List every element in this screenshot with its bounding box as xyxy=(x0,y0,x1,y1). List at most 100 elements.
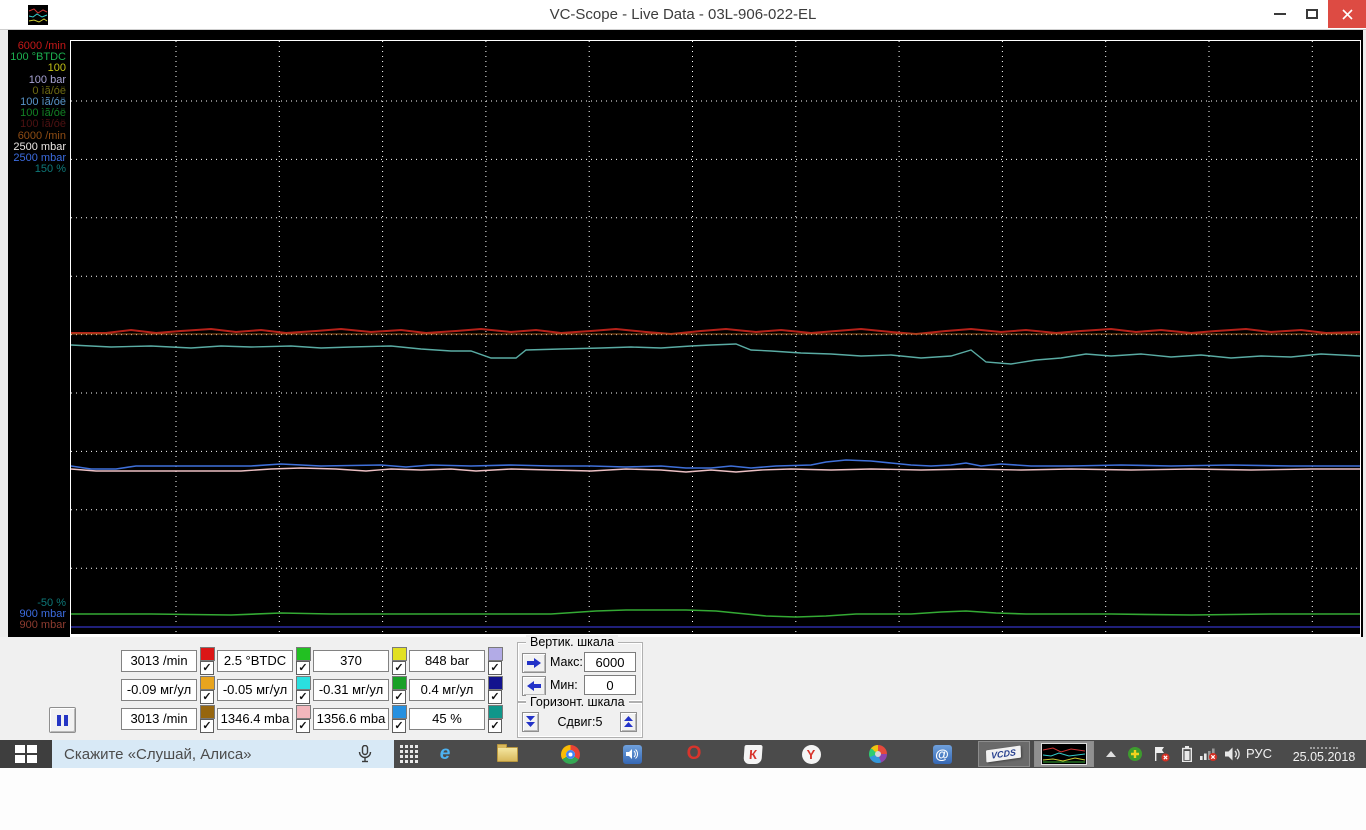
maximize-button[interactable] xyxy=(1296,0,1328,28)
taskbar-opera-icon[interactable]: O xyxy=(673,740,715,768)
trace-enabled-checkbox[interactable]: ✓ xyxy=(488,661,502,675)
taskbar: Скажите «Слушай, Алиса» e xyxy=(0,740,1366,768)
close-button[interactable] xyxy=(1328,0,1366,28)
tray-battery-icon[interactable] xyxy=(1176,740,1198,768)
taskbar-explorer-icon[interactable] xyxy=(486,740,528,768)
pause-icon xyxy=(64,715,68,726)
trace-color-swatch xyxy=(488,705,503,719)
arrow-right-icon xyxy=(527,658,541,668)
measurement-value: -0.31 мг/ул xyxy=(313,679,389,701)
measurement-value: 370 xyxy=(313,650,389,672)
green-trace xyxy=(71,610,1360,617)
shield-green-icon xyxy=(1127,746,1143,762)
folder-icon xyxy=(497,747,518,762)
alisa-search-box[interactable]: Скажите «Слушай, Алиса» xyxy=(52,740,394,768)
measurement-value: -0.09 мг/ул xyxy=(121,679,197,701)
palette-icon xyxy=(869,745,887,763)
minimize-icon xyxy=(1274,13,1286,15)
measurement-value: 1356.6 mba xyxy=(313,708,389,730)
taskbar-yandex-icon[interactable]: Y xyxy=(790,740,832,768)
trace-enabled-checkbox[interactable]: ✓ xyxy=(296,719,310,733)
tray-volume-icon[interactable] xyxy=(1222,740,1244,768)
trace-enabled-checkbox[interactable]: ✓ xyxy=(200,690,214,704)
max-label: Макс: xyxy=(550,655,583,669)
measurement-value: 3013 /min xyxy=(121,650,197,672)
taskbar-k-browser-icon[interactable]: К xyxy=(732,740,774,768)
measurement-value: 0.4 мг/ул xyxy=(409,679,485,701)
max-value-input[interactable] xyxy=(584,652,636,672)
date-label: 25.05.2018 xyxy=(1288,750,1360,764)
measurement-8: 0.4 мг/ул✓ xyxy=(409,679,504,707)
measurement-6: -0.05 мг/ул✓ xyxy=(217,679,312,707)
trace-enabled-checkbox[interactable]: ✓ xyxy=(200,661,214,675)
pause-icon xyxy=(57,715,61,726)
apps-grid-icon[interactable] xyxy=(396,743,422,765)
tray-network-icon[interactable] xyxy=(1198,740,1220,768)
tray-action-center-icon[interactable] xyxy=(1150,740,1172,768)
clock[interactable]: 25.05.2018 xyxy=(1288,740,1360,768)
trace-enabled-checkbox[interactable]: ✓ xyxy=(488,719,502,733)
trace-color-swatch xyxy=(392,676,407,690)
minimize-button[interactable] xyxy=(1264,0,1296,28)
trace-enabled-checkbox[interactable]: ✓ xyxy=(488,690,502,704)
measurement-2: 2.5 °BTDC✓ xyxy=(217,650,312,678)
screen-bottom-blank xyxy=(0,768,1366,830)
measurement-value: 2.5 °BTDC xyxy=(217,650,293,672)
scale-max-arrow-button[interactable] xyxy=(522,653,546,673)
tray-expand-chevron[interactable] xyxy=(1100,740,1122,768)
arrow-left-icon xyxy=(527,681,541,691)
titlebar: VC-Scope - Live Data - 03L-906-022-EL xyxy=(0,0,1366,30)
min-label: Мин: xyxy=(550,678,578,692)
clock-time-partial xyxy=(1310,743,1338,749)
axis-label: 150 % xyxy=(6,164,66,175)
ie-icon: e xyxy=(440,740,451,768)
axis-label: 100 ìã/óë xyxy=(6,119,66,130)
microphone-icon[interactable] xyxy=(358,745,372,763)
close-icon xyxy=(1342,9,1353,20)
mbar-blue-trace xyxy=(71,460,1360,469)
start-button[interactable] xyxy=(0,740,52,768)
language-indicator[interactable]: РУС xyxy=(1246,740,1272,768)
search-placeholder: Скажите «Слушай, Алиса» xyxy=(64,746,252,763)
taskbar-ie-icon[interactable]: e xyxy=(424,740,466,768)
chrome-icon xyxy=(561,745,580,764)
trace-enabled-checkbox[interactable]: ✓ xyxy=(200,719,214,733)
windows-logo-icon xyxy=(15,745,37,763)
k-browser-icon: К xyxy=(743,745,762,764)
measurement-value: 848 bar xyxy=(409,650,485,672)
shift-up-button[interactable] xyxy=(620,712,637,732)
trace-color-swatch xyxy=(200,705,215,719)
horizontal-scale-group: Горизонт. шкала Сдвиг:5 xyxy=(517,702,643,738)
yandex-browser-icon: Y xyxy=(802,745,821,764)
taskbar-vcds-button[interactable]: VCDS xyxy=(978,741,1030,767)
trace-color-swatch xyxy=(200,676,215,690)
trace-enabled-checkbox[interactable]: ✓ xyxy=(392,661,406,675)
speaker-app-icon xyxy=(623,745,642,764)
measurement-10: 1346.4 mba✓ xyxy=(217,708,312,736)
taskbar-mail-icon[interactable]: @ xyxy=(921,740,963,768)
trace-color-swatch xyxy=(392,705,407,719)
window-title: VC-Scope - Live Data - 03L-906-022-EL xyxy=(0,0,1366,30)
trace-enabled-checkbox[interactable]: ✓ xyxy=(392,719,406,733)
trace-enabled-checkbox[interactable]: ✓ xyxy=(296,690,310,704)
axis-labels-bottom: -50 %900 mbar900 mbar xyxy=(6,598,66,632)
pause-button[interactable] xyxy=(49,707,76,733)
taskbar-vcscope-button[interactable] xyxy=(1034,741,1094,767)
min-value-input[interactable] xyxy=(584,675,636,695)
scope-chart xyxy=(70,40,1361,637)
trace-enabled-checkbox[interactable]: ✓ xyxy=(392,690,406,704)
measurement-9: 3013 /min✓ xyxy=(121,708,216,736)
taskbar-chrome-icon[interactable] xyxy=(549,740,591,768)
trace-color-swatch xyxy=(488,676,503,690)
battery-icon xyxy=(1182,746,1192,762)
tray-antivirus-icon[interactable] xyxy=(1124,740,1146,768)
scope-traces xyxy=(71,41,1360,634)
trace-color-swatch xyxy=(200,647,215,661)
scale-min-arrow-button[interactable] xyxy=(522,676,546,696)
taskbar-media-icon[interactable] xyxy=(611,740,653,768)
trace-enabled-checkbox[interactable]: ✓ xyxy=(296,661,310,675)
double-up-arrow-icon xyxy=(624,716,633,728)
trace-color-swatch xyxy=(296,676,311,690)
network-error-icon xyxy=(1200,746,1218,762)
taskbar-paint-icon[interactable] xyxy=(857,740,899,768)
